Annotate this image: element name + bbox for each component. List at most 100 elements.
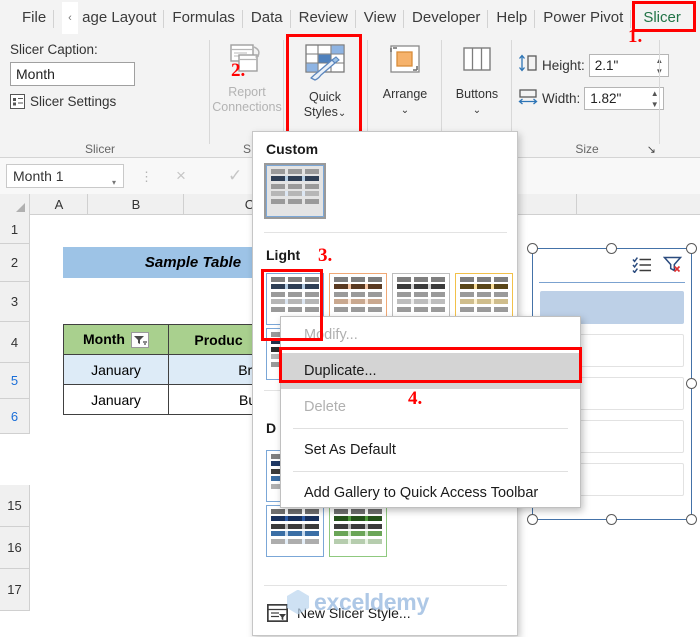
context-menu-item-add-gallery-qat[interactable]: Add Gallery to Quick Access Toolbar	[281, 475, 580, 511]
report-connections-label-1: Report	[228, 85, 266, 99]
gallery-divider	[264, 585, 507, 586]
resize-handle-bottom-center[interactable]	[606, 514, 617, 525]
tab-help[interactable]: Help	[488, 5, 536, 30]
context-menu-item-delete[interactable]: Delete	[281, 389, 580, 425]
gallery-section-custom-title: Custom	[266, 141, 319, 157]
gallery-swatch-dark-6[interactable]	[329, 505, 387, 557]
height-input[interactable]: 2.1" ▲▼	[588, 54, 669, 77]
row-header-17[interactable]: 17	[0, 569, 30, 611]
group-divider	[659, 40, 660, 144]
tab-page-layout[interactable]: age Layout	[74, 5, 165, 30]
clear-filter-icon[interactable]	[662, 256, 683, 278]
arrange-chevron-down-icon: ⌄	[400, 105, 410, 116]
multi-select-icon[interactable]	[632, 256, 652, 278]
table-header-month: Month	[63, 324, 169, 355]
new-slicer-style-label: New Slicer Style...	[297, 605, 411, 621]
excel-window: File age Layout Formulas Data Review Vie…	[0, 0, 700, 637]
tab-data[interactable]: Data	[243, 5, 291, 30]
quick-styles-label-2: Styles	[303, 105, 338, 119]
resize-handle-bottom-right[interactable]	[686, 514, 697, 525]
row-header-16[interactable]: 16	[0, 527, 30, 569]
callout-2: 2.	[231, 60, 246, 81]
select-all-corner[interactable]	[0, 194, 30, 215]
row-header-15[interactable]: 15	[0, 485, 30, 527]
table-row: January But	[63, 384, 269, 415]
context-menu-label-add-gallery-qat: Add Gallery to Quick Access Toolbar	[304, 485, 539, 501]
row-header-4[interactable]: 4	[0, 322, 30, 363]
cell-month-2: January	[63, 384, 169, 415]
ribbon-tab-strip: File age Layout Formulas Data Review Vie…	[0, 0, 700, 34]
context-menu-item-duplicate[interactable]: Duplicate...	[281, 353, 580, 389]
slicer-caption-input[interactable]: Month	[10, 62, 135, 86]
buttons-button[interactable]: Buttons ⌄	[442, 38, 512, 118]
group-label-slicer: Slicer	[84, 142, 115, 156]
tab-developer[interactable]: Developer	[404, 5, 489, 30]
height-label: Height:	[542, 58, 585, 73]
tab-file[interactable]: File	[14, 5, 55, 30]
buttons-icon	[442, 42, 512, 82]
gallery-swatch-custom-1[interactable]	[264, 163, 326, 219]
report-connections-label-2: Connections	[212, 100, 282, 114]
row-header-6[interactable]: 6	[0, 399, 30, 434]
width-stepper[interactable]: ▲ ▼	[650, 90, 659, 109]
context-menu-label-set-as-default: Set As Default	[304, 442, 396, 458]
row-header-5[interactable]: 5	[0, 363, 30, 399]
formula-bar-menu-icon[interactable]: ⋮	[140, 169, 153, 185]
height-value: 2.1"	[594, 58, 619, 73]
callout-1: 1.	[628, 26, 643, 47]
width-icon	[518, 87, 538, 110]
width-input[interactable]: 1.82" ▲ ▼	[584, 87, 665, 110]
new-slicer-style-item[interactable]: New Slicer Style...	[253, 591, 517, 635]
quick-styles-icon	[292, 42, 358, 86]
column-header-b[interactable]: B	[89, 194, 184, 215]
group-label-size: Size	[575, 142, 599, 156]
context-menu-divider	[293, 471, 568, 472]
callout-3: 3.	[318, 245, 333, 266]
row-header-2[interactable]: 2	[0, 244, 30, 282]
row-header-1[interactable]: 1	[0, 215, 30, 244]
tab-review[interactable]: Review	[291, 5, 356, 30]
buttons-chevron-down-icon: ⌄	[472, 105, 482, 116]
gallery-divider	[264, 232, 507, 233]
width-label: Width:	[542, 91, 581, 106]
name-box-value: Month 1	[13, 168, 64, 184]
tab-view[interactable]: View	[356, 5, 405, 30]
gallery-swatch-dark-5[interactable]	[266, 505, 324, 557]
tab-scroll-left-icon[interactable]: ‹	[62, 2, 78, 34]
swatch-row	[271, 183, 319, 189]
context-menu-item-set-as-default[interactable]: Set As Default	[281, 432, 580, 468]
column-header-a[interactable]: A	[31, 194, 88, 215]
callout-4: 4.	[408, 388, 423, 409]
resize-handle-top-right[interactable]	[686, 243, 697, 254]
name-box[interactable]: Month 1 ▾	[6, 164, 124, 188]
height-row: Height: 2.1" ▲▼	[518, 54, 669, 77]
gallery-section-light-title: Light	[266, 247, 301, 263]
width-value: 1.82"	[590, 91, 622, 106]
context-menu-item-modify[interactable]: Modify...	[281, 317, 580, 353]
new-slicer-style-icon	[266, 603, 288, 622]
resize-handle-middle-right[interactable]	[686, 378, 697, 389]
swatch-row	[271, 176, 319, 182]
resize-handle-bottom-left[interactable]	[527, 514, 538, 525]
ribbon-group-size: Height: 2.1" ▲▼ Width: 1.82" ▲▼	[512, 34, 684, 158]
name-box-chevron-down-icon: ▾	[111, 178, 116, 187]
filter-dropdown-icon[interactable]	[130, 332, 149, 349]
tab-slicer[interactable]: Slicer	[635, 5, 689, 30]
slicer-settings-button[interactable]: Slicer Settings	[10, 94, 116, 109]
slicer-header-divider	[539, 282, 685, 283]
swatch-row	[271, 191, 319, 197]
slicer-settings-icon	[10, 94, 25, 109]
tab-formulas[interactable]: Formulas	[164, 5, 243, 30]
resize-handle-top-left[interactable]	[527, 243, 538, 254]
quick-styles-button[interactable]: Quick Styles⌄	[292, 38, 358, 140]
report-connections-button[interactable]: Report Connections	[210, 38, 284, 115]
sample-table: Month Produc January Bre January But	[63, 324, 269, 415]
cancel-icon[interactable]: ×	[176, 166, 186, 186]
size-dialog-launcher-icon[interactable]: ↘	[647, 143, 656, 156]
resize-handle-top-center[interactable]	[606, 243, 617, 254]
arrange-button[interactable]: Arrange ⌄	[368, 38, 442, 118]
tab-power-pivot[interactable]: Power Pivot	[535, 5, 632, 30]
row-header-3[interactable]: 3	[0, 282, 30, 322]
confirm-icon[interactable]: ✓	[228, 166, 242, 186]
column-header-f[interactable]	[578, 194, 700, 215]
